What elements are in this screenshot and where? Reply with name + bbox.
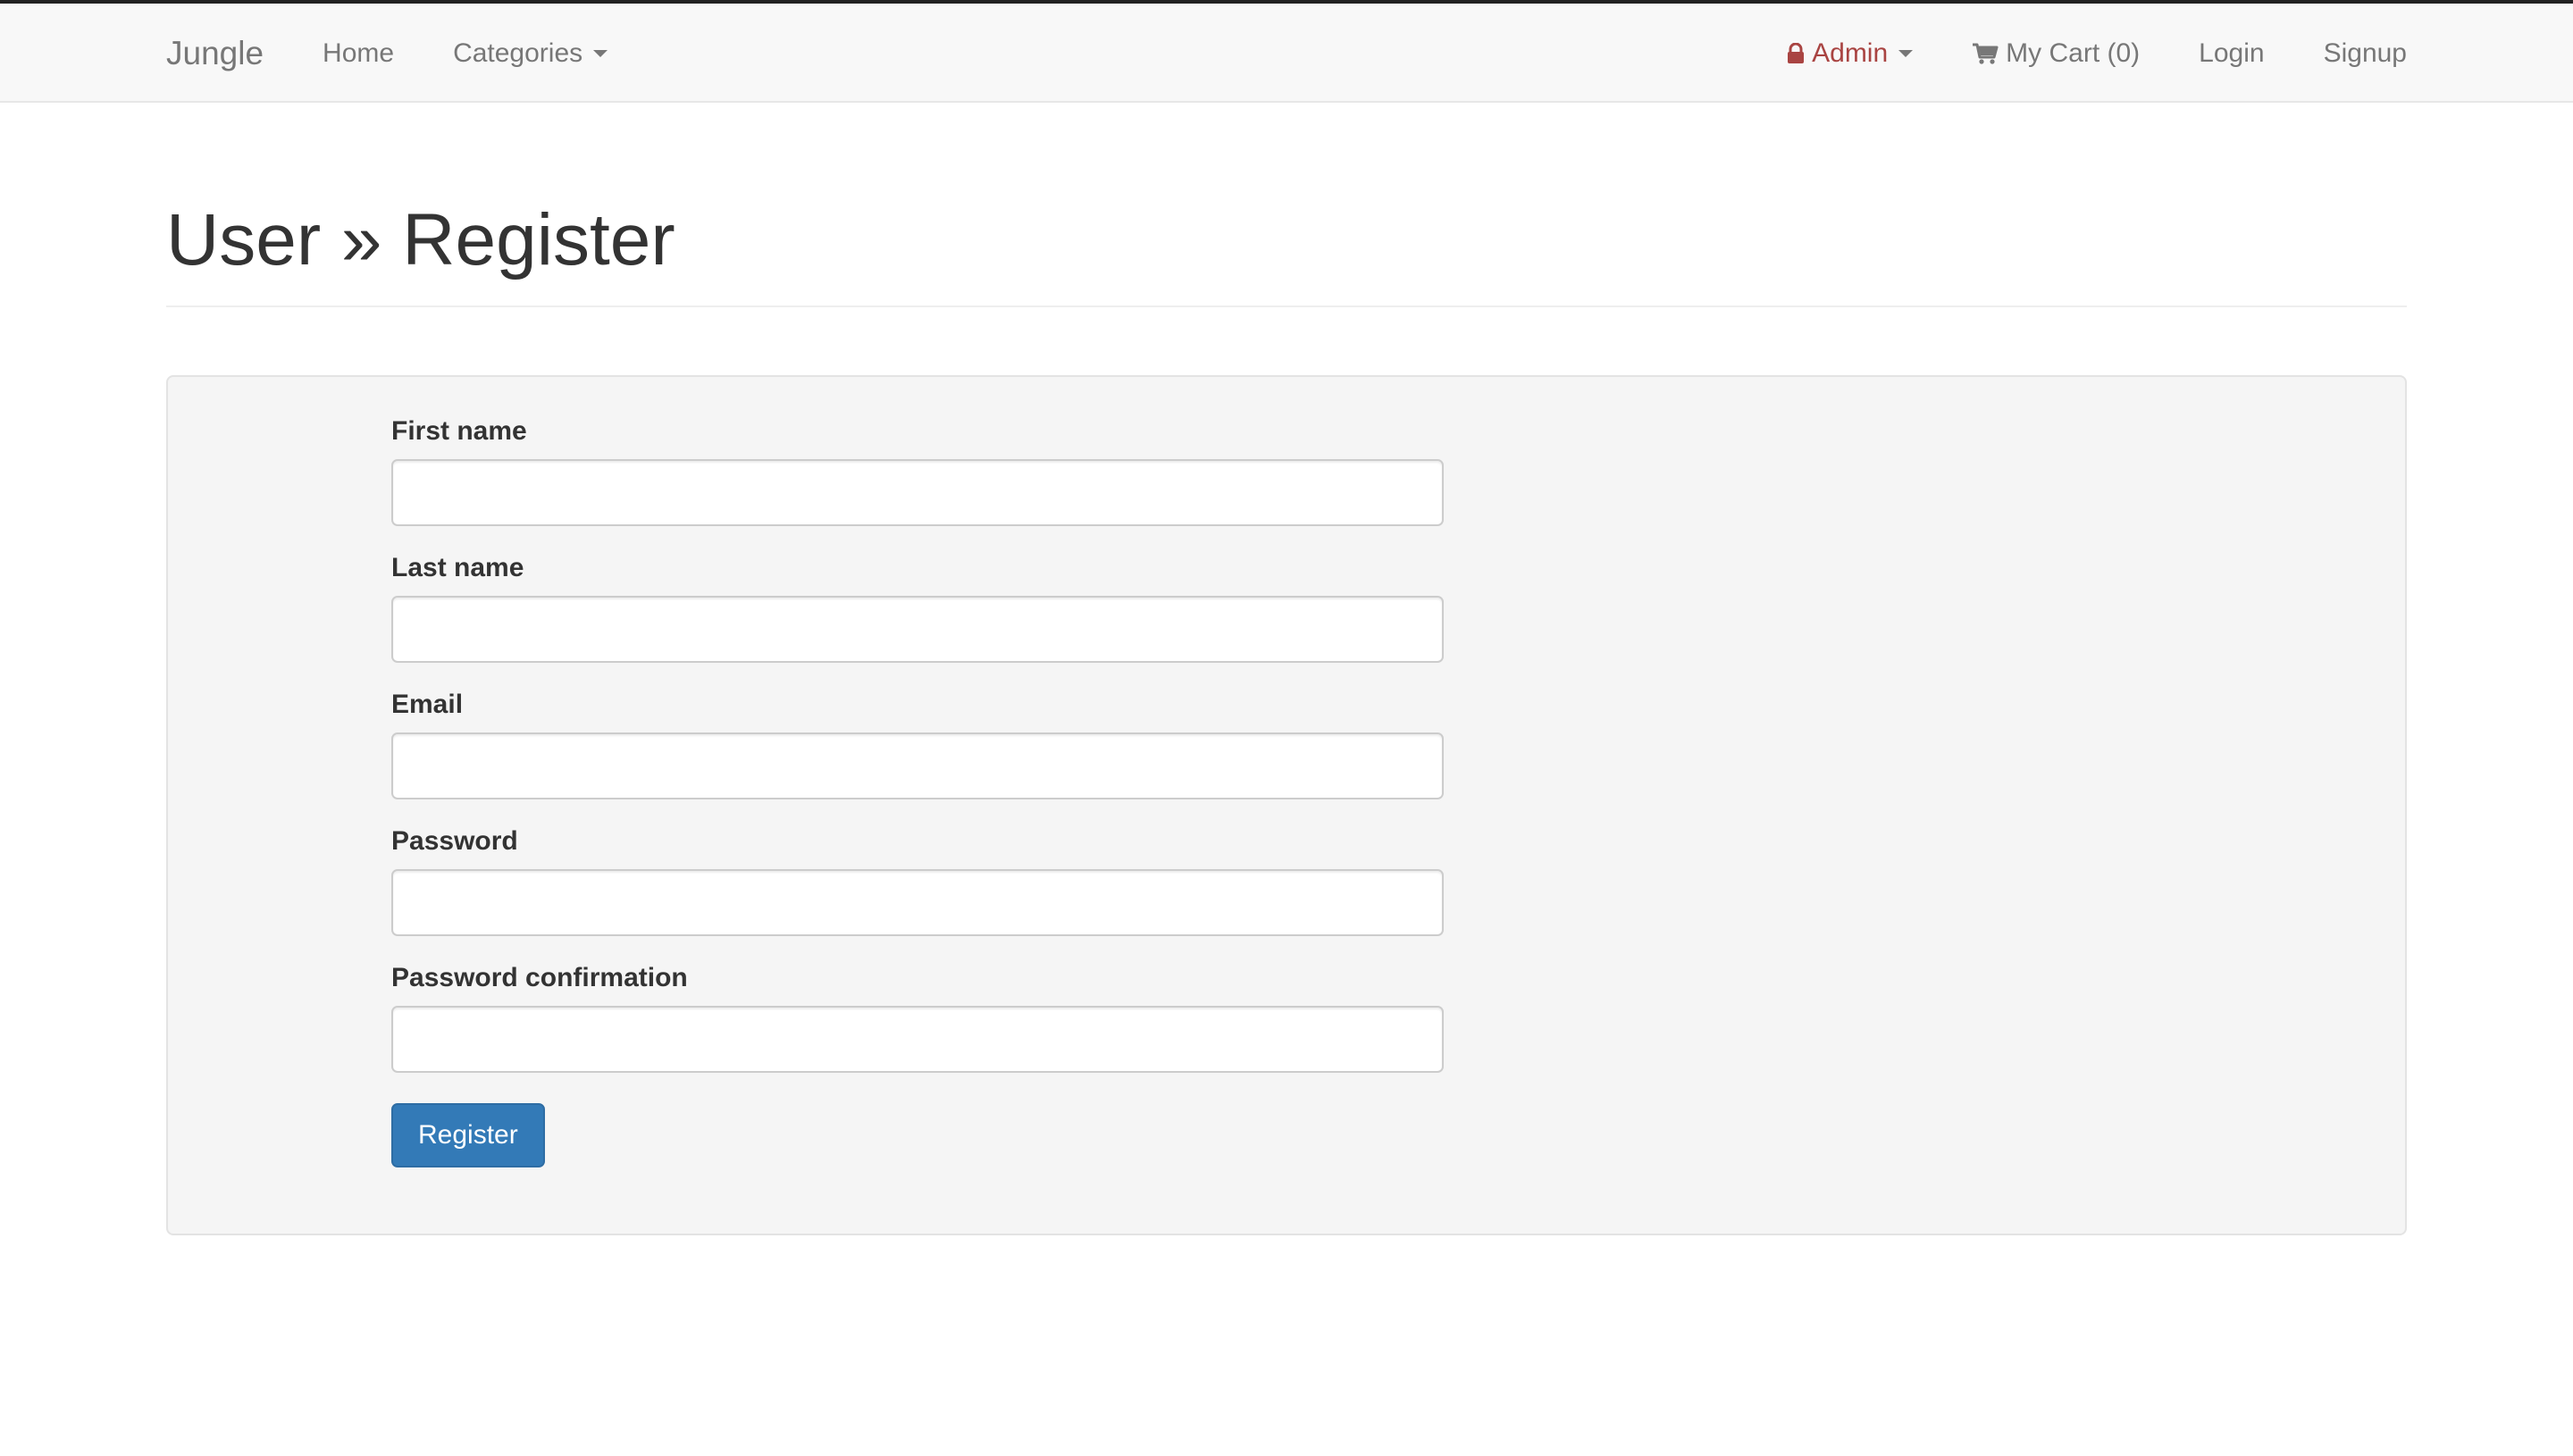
first-name-group: First name [391, 416, 1444, 526]
last-name-input[interactable] [391, 596, 1444, 663]
nav-login-link[interactable]: Login [2199, 38, 2264, 69]
password-label: Password [391, 826, 518, 856]
email-group: Email [391, 690, 1444, 799]
navbar-left: Jungle Home Categories [166, 4, 666, 103]
page-header: User » Register [166, 199, 2407, 308]
email-input[interactable] [391, 732, 1444, 799]
nav-admin-label: Admin [1812, 38, 1889, 68]
nav-categories-dropdown[interactable]: Categories [453, 38, 608, 69]
password-confirmation-input[interactable] [391, 1006, 1444, 1073]
brand-link[interactable]: Jungle [166, 35, 264, 72]
shopping-cart-icon [1972, 42, 1999, 65]
navbar-container: Jungle Home Categories Admin My Cart (0)… [166, 4, 2407, 103]
lock-icon [1787, 42, 1805, 64]
password-input[interactable] [391, 869, 1444, 936]
nav-cart-link[interactable]: My Cart (0) [1972, 38, 2140, 69]
register-panel: First name Last name Email Password Pass… [166, 375, 2407, 1235]
nav-categories-label: Categories [453, 38, 583, 68]
password-confirmation-label: Password confirmation [391, 963, 688, 992]
nav-admin-dropdown[interactable]: Admin [1787, 38, 1914, 69]
first-name-label: First name [391, 416, 527, 446]
first-name-input[interactable] [391, 459, 1444, 526]
navbar-right: Admin My Cart (0) Login Signup [1787, 4, 2407, 103]
password-confirmation-group: Password confirmation [391, 963, 1444, 1073]
password-group: Password [391, 826, 1444, 936]
register-button[interactable]: Register [391, 1103, 545, 1167]
nav-home-link[interactable]: Home [323, 38, 394, 69]
caret-down-icon [593, 49, 608, 57]
last-name-label: Last name [391, 553, 524, 582]
navbar: Jungle Home Categories Admin My Cart (0)… [0, 4, 2573, 103]
register-form: First name Last name Email Password Pass… [391, 416, 1444, 1167]
last-name-group: Last name [391, 553, 1444, 663]
email-label: Email [391, 690, 464, 719]
page-title: User » Register [166, 199, 675, 280]
caret-down-icon [1898, 49, 1914, 57]
nav-cart-label: My Cart (0) [2006, 38, 2141, 68]
nav-signup-link[interactable]: Signup [2324, 38, 2407, 69]
